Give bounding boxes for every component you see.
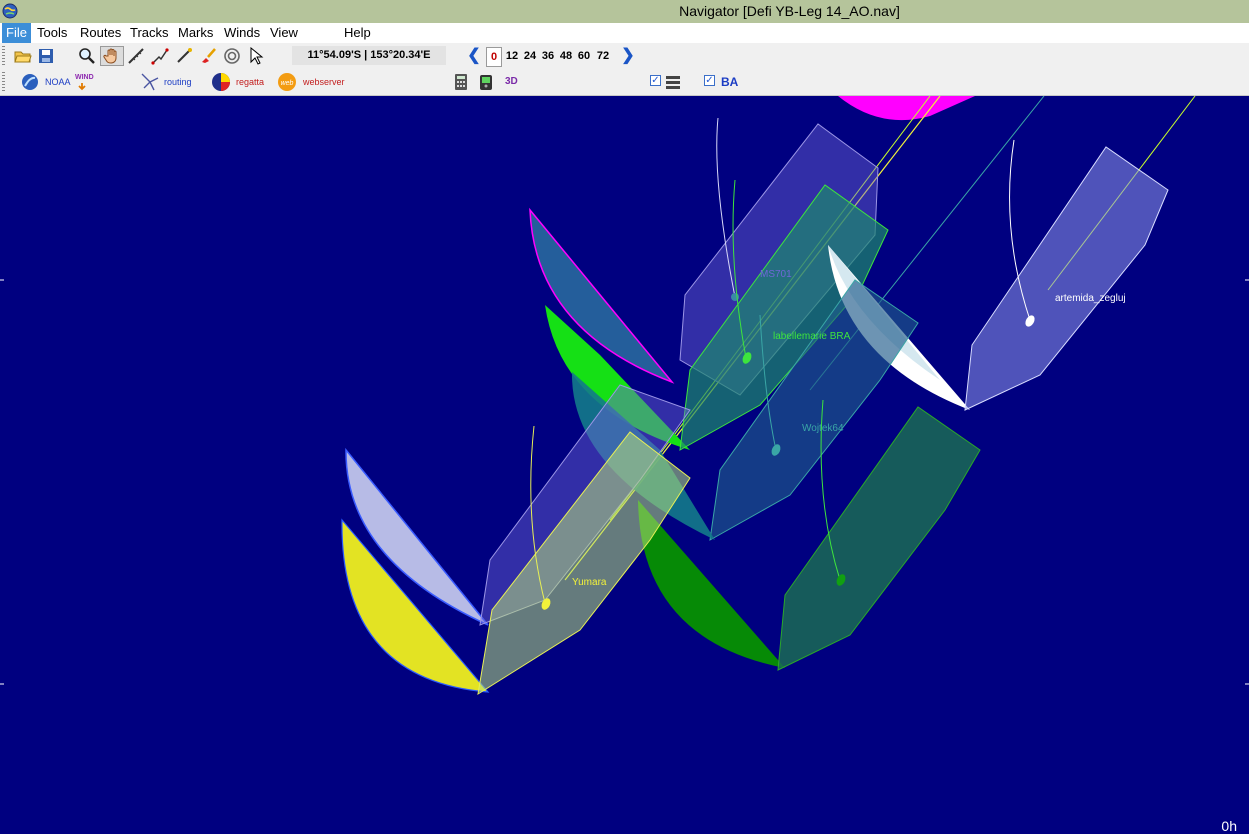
save-disk-icon[interactable] [36, 46, 56, 66]
boat-label-wojtek64[interactable]: Wojtek64 [802, 423, 844, 434]
menu-bar: File Tools Routes Tracks Marks Winds Vie… [0, 23, 1249, 43]
hour-48[interactable]: 48 [557, 47, 575, 65]
webserver-label[interactable]: webserver [303, 77, 345, 87]
ba-checkbox[interactable]: ✓ [704, 75, 715, 86]
regatta-flag-icon[interactable] [211, 72, 231, 92]
layers-checkbox[interactable]: ✓ [650, 75, 661, 86]
previous-hour-chevron-icon[interactable]: ❮ [467, 46, 481, 66]
hour-72[interactable]: 72 [593, 47, 613, 65]
hour-12[interactable]: 12 [503, 47, 521, 65]
gps-device-icon[interactable] [476, 72, 496, 92]
svg-text:web: web [281, 80, 294, 87]
noaa-label[interactable]: NOAA [45, 77, 71, 87]
regatta-label[interactable]: regatta [236, 77, 264, 87]
next-hour-chevron-icon[interactable]: ❯ [621, 46, 635, 66]
boat-label-ms701[interactable]: MS701 [760, 269, 792, 280]
window-title: Navigator [Defi YB-Leg 14_AO.nav] [679, 3, 900, 19]
menu-marks[interactable]: Marks [174, 23, 217, 43]
secondary-toolbar: NOAA WIND routing regatta web webserver … [0, 69, 1249, 96]
forecast-time-label: 0h [1221, 818, 1237, 834]
zoom-magnifier-icon[interactable] [77, 46, 97, 66]
menu-winds[interactable]: Winds [220, 23, 264, 43]
routing-tree-icon[interactable] [140, 72, 160, 92]
routing-label[interactable]: routing [164, 77, 192, 87]
menu-view[interactable]: View [266, 23, 302, 43]
pan-hand-icon[interactable] [100, 46, 124, 66]
magenta-sail [838, 96, 975, 121]
web-server-icon[interactable]: web [277, 72, 297, 92]
main-toolbar: 11°54.09'S | 153°20.34'E ❮ 0 12 24 36 48… [0, 43, 1249, 69]
boat-label-yumara[interactable]: Yumara [572, 577, 606, 588]
chart-view[interactable]: artemida_zegluj labellemarie BRA Wojtek6… [0, 96, 1249, 834]
title-bar: Navigator [Defi YB-Leg 14_AO.nav] [0, 0, 1249, 23]
select-pointer-icon[interactable] [246, 46, 266, 66]
position-readout: 11°54.09'S | 153°20.34'E [292, 46, 446, 65]
hour-24[interactable]: 24 [521, 47, 539, 65]
boat-hull-artemida [964, 146, 1169, 411]
noaa-globe-icon[interactable] [20, 72, 40, 92]
toolbar-grip[interactable] [2, 72, 5, 92]
boat-label-artemida[interactable]: artemida_zegluj [1055, 293, 1126, 304]
menu-routes[interactable]: Routes [76, 23, 125, 43]
hour-60[interactable]: 60 [575, 47, 593, 65]
calculator-icon[interactable] [451, 72, 471, 92]
route-line-icon[interactable] [150, 46, 170, 66]
target-circle-icon[interactable] [222, 46, 242, 66]
menu-tracks[interactable]: Tracks [126, 23, 173, 43]
ba-label[interactable]: BA [721, 75, 738, 89]
open-folder-icon[interactable] [13, 46, 33, 66]
view-3d-label[interactable]: 3D [505, 76, 518, 87]
menu-help[interactable]: Help [340, 23, 375, 43]
boats-canvas [0, 96, 1249, 696]
layers-list-icon[interactable] [663, 72, 683, 92]
pen-marker-icon[interactable] [174, 46, 194, 66]
menu-tools[interactable]: Tools [33, 23, 71, 43]
menu-file[interactable]: File [2, 23, 31, 43]
hour-36[interactable]: 36 [539, 47, 557, 65]
wind-label[interactable]: WIND [75, 73, 94, 83]
boat-label-labellemarie[interactable]: labellemarie BRA [773, 331, 850, 342]
hour-0[interactable]: 0 [486, 47, 502, 67]
erase-brush-icon[interactable] [198, 46, 218, 66]
measure-ruler-icon[interactable] [126, 46, 146, 66]
toolbar-grip[interactable] [2, 46, 5, 66]
